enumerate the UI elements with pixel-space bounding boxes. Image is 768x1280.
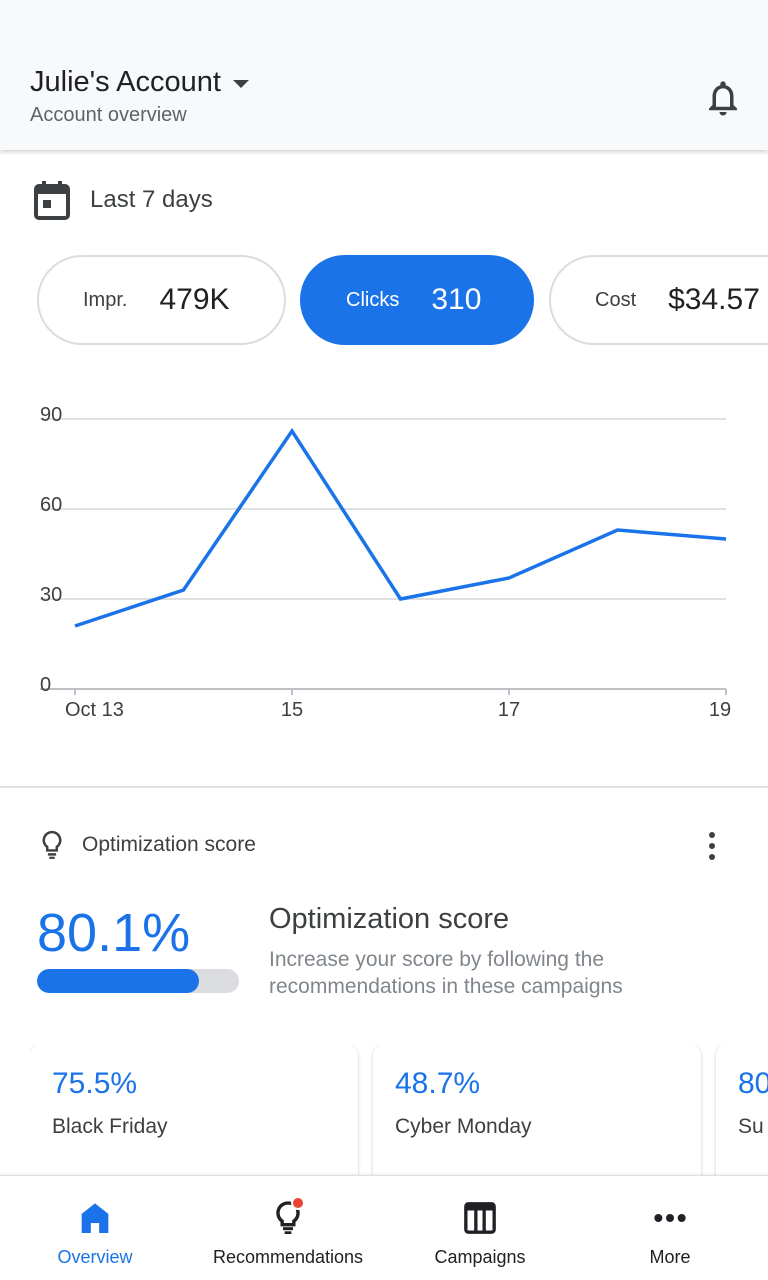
account-switcher[interactable]: Julie's Account: [30, 66, 249, 99]
optimization-section-header: Optimization score: [40, 830, 256, 860]
campaign-name: Black Friday: [52, 1115, 168, 1138]
nav-label: Campaigns: [434, 1247, 526, 1267]
y-tick-label: 60: [40, 494, 62, 516]
caret-down-icon: [232, 80, 249, 88]
metric-pill-cost[interactable]: Cost $34.57: [549, 255, 768, 345]
nav-recommendations[interactable]: Recommendations: [198, 1176, 378, 1280]
campaign-cards-carousel: 75.5% Black Friday 48.7% Cyber Monday 80…: [30, 1045, 768, 1175]
y-tick-label: 30: [40, 584, 62, 606]
metric-label: Clicks: [346, 288, 400, 311]
lightbulb-icon: [42, 830, 62, 859]
campaign-card-black-friday[interactable]: 75.5% Black Friday: [30, 1045, 358, 1175]
date-range-selector[interactable]: Last 7 days: [34, 180, 213, 220]
x-tick-label: 15: [281, 699, 303, 721]
nav-more[interactable]: More: [620, 1176, 720, 1280]
account-subtitle: Account overview: [30, 104, 187, 126]
optimization-section-label: Optimization score: [82, 833, 256, 856]
date-range-label: Last 7 days: [90, 186, 213, 213]
clicks-line-chart: 0 30 60 90 Oct 13 15 17 19: [40, 404, 731, 721]
x-tick-label: 17: [498, 699, 520, 721]
nav-recommendations-icon-wrap: [268, 1196, 308, 1238]
metric-label: Cost: [595, 288, 637, 311]
x-tick-label: 19: [709, 699, 731, 721]
nav-label: More: [649, 1247, 691, 1267]
series-line: [74, 427, 727, 628]
metric-pill-clicks[interactable]: Clicks 310: [300, 255, 534, 345]
notification-badge: [291, 1196, 305, 1210]
campaign-score: 75.5%: [52, 1067, 138, 1100]
optimization-score-bar-fill: [37, 969, 199, 993]
nav-label: Overview: [57, 1247, 133, 1267]
optimization-score-value: 80.1%: [37, 903, 191, 963]
metric-value: 310: [431, 283, 482, 316]
nav-label: Recommendations: [212, 1247, 364, 1267]
campaign-card-cyber-monday[interactable]: 48.7% Cyber Monday: [373, 1045, 701, 1175]
x-tick-label: Oct 13: [65, 699, 124, 721]
bell-icon[interactable]: [702, 76, 744, 120]
home-icon: [81, 1203, 109, 1233]
nav-overview[interactable]: Overview: [40, 1176, 150, 1280]
more-horiz-icon: [654, 1214, 686, 1222]
optimization-score-bar: [37, 969, 239, 993]
section-divider: [0, 786, 768, 788]
optimization-title: Optimization score: [269, 903, 510, 935]
more-vert-icon[interactable]: [700, 830, 724, 862]
metric-value: 479K: [159, 283, 230, 316]
metric-selector: Impr. 479K Clicks 310 Cost $34.57: [37, 255, 768, 345]
campaign-score: 48.7%: [395, 1067, 481, 1100]
optimization-description: Increase your score by following the rec…: [269, 948, 623, 998]
metric-pill-impressions[interactable]: Impr. 479K: [37, 255, 286, 345]
y-tick-label: 90: [40, 404, 62, 426]
y-tick-label: 0: [40, 674, 51, 696]
campaign-name: Cyber Monday: [395, 1115, 532, 1138]
calendar-icon: [34, 181, 70, 220]
campaigns-icon: [464, 1202, 496, 1234]
app-header: Julie's Account Account overview: [0, 0, 768, 150]
metric-label: Impr.: [83, 288, 128, 311]
metric-value: $34.57: [668, 283, 760, 316]
campaign-score: 80: [738, 1067, 768, 1100]
campaign-name: Su: [738, 1115, 764, 1138]
account-name: Julie's Account: [30, 66, 221, 98]
nav-campaigns[interactable]: Campaigns: [420, 1176, 540, 1280]
campaign-card-partial[interactable]: 80 Su: [716, 1045, 768, 1175]
bottom-navigation: Overview Recommendations Campaigns More: [0, 1175, 768, 1280]
